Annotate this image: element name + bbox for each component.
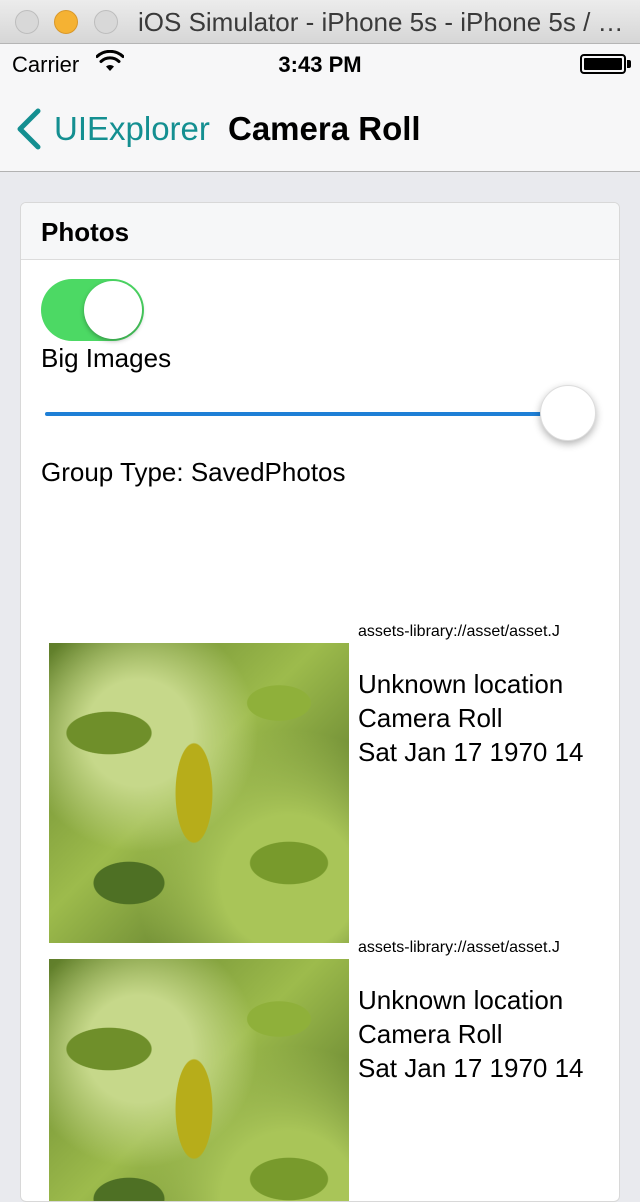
asset-date: Sat Jan 17 1970 14 bbox=[358, 737, 584, 767]
asset-row[interactable]: assets-library://asset/asset.J Unknown l… bbox=[49, 939, 601, 1201]
asset-location: Unknown location bbox=[358, 985, 564, 1015]
back-chevron-icon[interactable] bbox=[14, 108, 44, 155]
asset-group: Camera Roll bbox=[358, 1019, 503, 1049]
card-header: Photos bbox=[21, 203, 619, 260]
group-type-label: Group Type: SavedPhotos bbox=[41, 457, 346, 487]
asset-location: Unknown location bbox=[358, 669, 564, 699]
slider-track[interactable] bbox=[45, 412, 571, 416]
window-title: iOS Simulator - iPhone 5s - iPhone 5s / … bbox=[138, 7, 628, 37]
big-images-label: Big Images bbox=[41, 343, 172, 373]
battery-icon bbox=[580, 54, 626, 74]
window-zoom-button[interactable] bbox=[94, 10, 118, 34]
slider-thumb[interactable] bbox=[540, 385, 596, 441]
window-close-button[interactable] bbox=[15, 10, 39, 34]
back-button[interactable]: UIExplorer bbox=[54, 110, 210, 148]
asset-date: Sat Jan 17 1970 14 bbox=[358, 1053, 584, 1083]
asset-row[interactable]: assets-library://asset/asset.J Unknown l… bbox=[49, 623, 601, 943]
photos-card: Photos Big Images Group Type: SavedPhoto… bbox=[20, 202, 620, 1202]
status-time: 3:43 PM bbox=[278, 52, 362, 77]
simulator-titlebar: iOS Simulator - iPhone 5s - iPhone 5s / … bbox=[0, 0, 640, 44]
asset-url: assets-library://asset/asset.J bbox=[358, 939, 560, 956]
asset-thumbnail[interactable] bbox=[49, 643, 349, 943]
asset-thumbnail[interactable] bbox=[49, 959, 349, 1201]
switch-knob bbox=[84, 281, 142, 339]
asset-url: assets-library://asset/asset.J bbox=[358, 623, 560, 640]
big-images-switch[interactable] bbox=[41, 279, 144, 341]
window-minimize-button[interactable] bbox=[54, 10, 78, 34]
page-title: Camera Roll bbox=[228, 110, 421, 147]
battery-tip bbox=[627, 60, 631, 68]
card-title: Photos bbox=[41, 217, 130, 247]
asset-group: Camera Roll bbox=[358, 703, 503, 733]
